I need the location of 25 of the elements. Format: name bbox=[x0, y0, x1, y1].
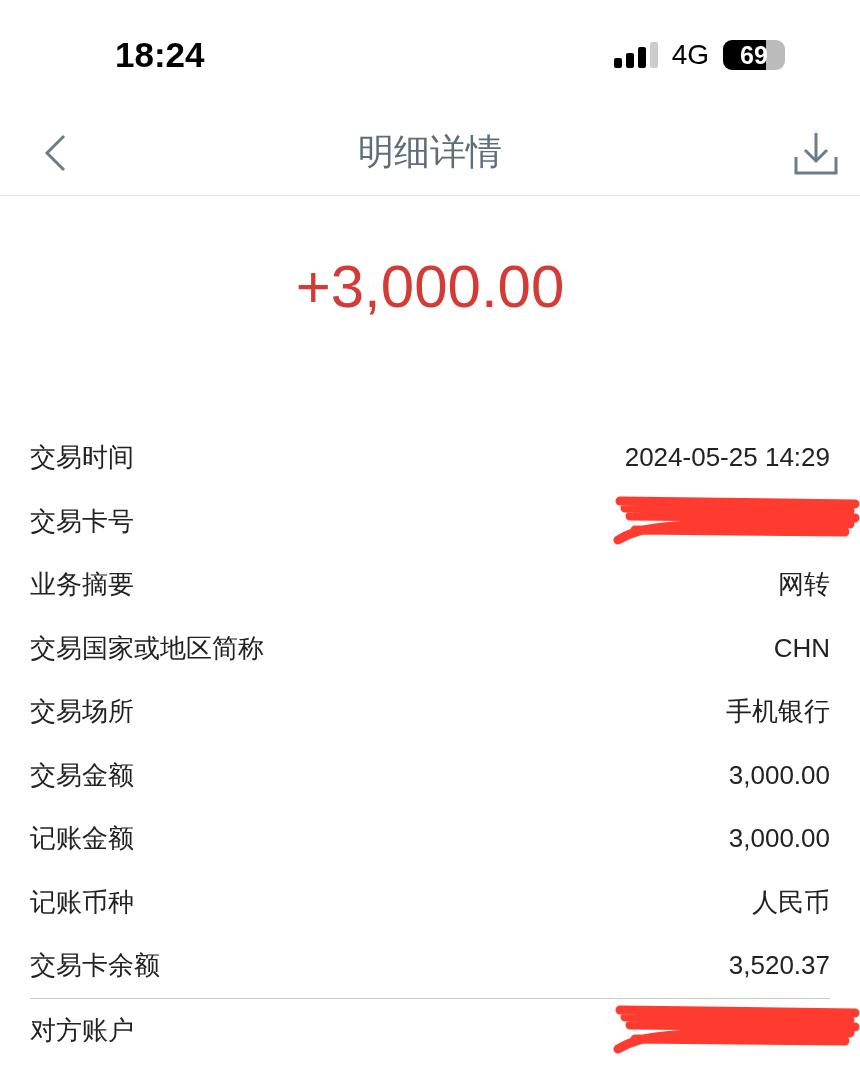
field-value: 3,000.00 bbox=[728, 759, 830, 791]
field-value: 3,000.00 bbox=[728, 823, 830, 855]
signal-icon bbox=[613, 42, 658, 68]
field-label: 交易时间 bbox=[30, 441, 134, 475]
field-label: 交易国家或地区简称 bbox=[30, 631, 264, 665]
field-value: 3,520.37 bbox=[728, 950, 830, 982]
download-icon[interactable] bbox=[794, 130, 838, 175]
field-value: CHN bbox=[773, 632, 830, 664]
field-label: 记账币种 bbox=[30, 885, 134, 919]
network-label: 4G bbox=[671, 39, 709, 71]
field-label: 对方账户 bbox=[30, 1013, 134, 1047]
field-label: 交易场所 bbox=[30, 695, 134, 729]
field-value: 手机银行 bbox=[726, 695, 830, 729]
status-time: 18:24 bbox=[115, 35, 205, 75]
transaction-amount: +3,000.00 bbox=[294, 251, 566, 322]
field-label: 业务摘要 bbox=[30, 568, 134, 602]
field-value: 2024-05-25 14:29 bbox=[624, 442, 830, 474]
field-value: 人民币 bbox=[752, 885, 830, 919]
back-icon[interactable] bbox=[44, 133, 66, 172]
field-label: 交易卡余额 bbox=[30, 949, 160, 983]
field-label: 记账金额 bbox=[30, 822, 134, 856]
field-label: 交易金额 bbox=[30, 758, 134, 792]
field-value: 网转 bbox=[778, 568, 830, 602]
field-label: 交易卡号 bbox=[30, 504, 134, 538]
page-title: 明细详情 bbox=[358, 130, 502, 174]
